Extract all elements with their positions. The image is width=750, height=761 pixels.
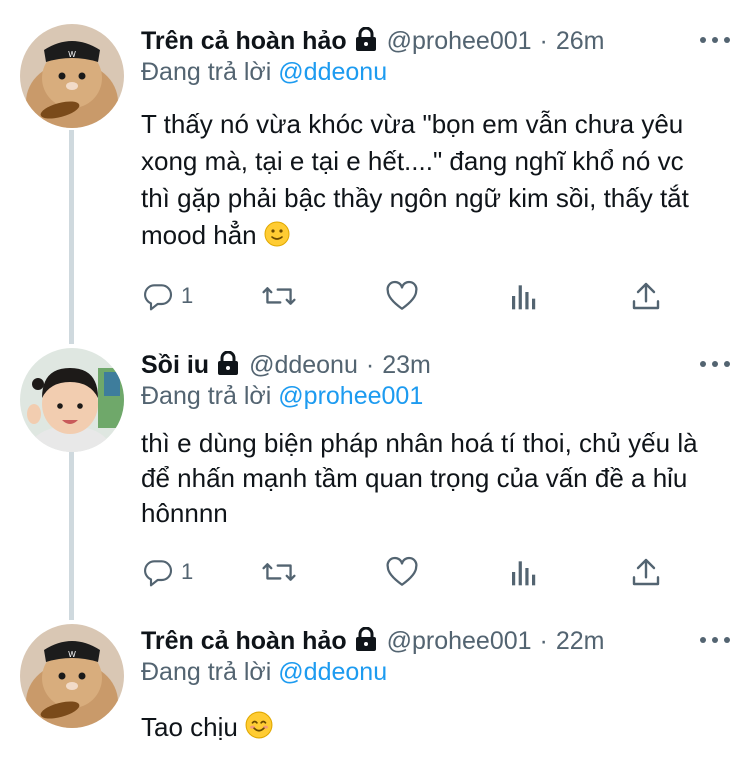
svg-text:W: W — [68, 650, 76, 659]
tweet-text: T thấy nó vừa khóc vừa "bọn em vẫn chưa … — [141, 106, 711, 257]
avatar[interactable]: W — [20, 24, 124, 128]
handle[interactable]: @prohee001 — [387, 627, 532, 656]
timestamp[interactable]: 26m — [556, 27, 605, 56]
reply-count: 1 — [181, 283, 194, 308]
tweet-text: Tao chịu — [141, 710, 711, 748]
retweet-button[interactable] — [261, 278, 297, 314]
like-icon — [385, 556, 419, 588]
separator: · — [539, 26, 548, 55]
replying-to: Đang trả lời @ddeonu — [141, 658, 387, 687]
mention-link[interactable]: @ddeonu — [278, 658, 387, 686]
tweet[interactable]: W Trên cả hoàn hảo @prohee001 · 26m Đang… — [0, 24, 750, 324]
display-name[interactable]: Sồi iu — [141, 351, 209, 380]
lock-icon — [355, 26, 377, 56]
display-name[interactable]: Trên cả hoàn hảo — [141, 27, 347, 56]
share-icon — [631, 280, 661, 312]
handle[interactable]: @prohee001 — [387, 27, 532, 56]
lock-icon — [217, 350, 239, 380]
replying-prefix: Đang trả lời — [141, 58, 272, 86]
analytics-icon — [509, 556, 539, 588]
tweet-header: Trên cả hoàn hảo @prohee001 · 22m — [141, 624, 730, 658]
avatar[interactable]: W — [20, 624, 124, 728]
timestamp[interactable]: 22m — [556, 627, 605, 656]
svg-text:W: W — [68, 50, 76, 59]
mention-link[interactable]: @ddeonu — [278, 58, 387, 86]
tweet-actions: 1 — [141, 554, 681, 590]
replying-to: Đang trả lời @ddeonu — [141, 58, 387, 87]
retweet-icon — [261, 556, 297, 588]
analytics-button[interactable] — [509, 554, 539, 590]
avatar[interactable] — [20, 348, 124, 452]
timestamp[interactable]: 23m — [382, 351, 431, 380]
reply-icon — [143, 280, 175, 312]
more-icon[interactable] — [700, 360, 730, 368]
separator: · — [365, 350, 375, 379]
like-icon — [385, 280, 419, 312]
tweet-text-content: Tao chịu — [141, 712, 238, 742]
reply-count: 1 — [181, 559, 194, 584]
reply-button[interactable]: 1 — [143, 554, 193, 590]
retweet-button[interactable] — [261, 554, 297, 590]
more-icon[interactable] — [700, 636, 730, 644]
like-button[interactable] — [385, 278, 419, 314]
tweet[interactable]: W Trên cả hoàn hảo @prohee001 · 22m Đang… — [0, 624, 750, 761]
tweet-text-content: T thấy nó vừa khóc vừa "bọn em vẫn chưa … — [141, 109, 689, 250]
replying-prefix: Đang trả lời — [141, 382, 272, 410]
tweet-header: Trên cả hoàn hảo @prohee001 · 26m — [141, 24, 730, 58]
analytics-button[interactable] — [509, 278, 539, 314]
tweet-header: Sồi iu @ddeonu · 23m — [141, 348, 730, 382]
like-button[interactable] — [385, 554, 419, 590]
reply-button[interactable]: 1 — [143, 278, 193, 314]
separator: · — [539, 626, 548, 655]
slightly-smiling-face-icon — [264, 220, 290, 257]
mention-link[interactable]: @prohee001 — [278, 382, 423, 410]
replying-prefix: Đang trả lời — [141, 658, 272, 686]
display-name[interactable]: Trên cả hoàn hảo — [141, 627, 347, 656]
tweet[interactable]: Sồi iu @ddeonu · 23m Đang trả lời @prohe… — [0, 348, 750, 608]
tweet-text: thì e dùng biện pháp nhân hoá tí thoi, c… — [141, 426, 711, 531]
lock-icon — [355, 626, 377, 656]
handle[interactable]: @ddeonu — [249, 351, 358, 380]
more-icon[interactable] — [700, 36, 730, 44]
analytics-icon — [509, 280, 539, 312]
retweet-icon — [261, 280, 297, 312]
share-button[interactable] — [631, 278, 661, 314]
share-icon — [631, 556, 661, 588]
share-button[interactable] — [631, 554, 661, 590]
tweet-text-content: thì e dùng biện pháp nhân hoá tí thoi, c… — [141, 428, 698, 528]
reply-icon — [143, 556, 175, 588]
smiling-face-with-smiling-eyes-icon — [245, 711, 273, 748]
replying-to: Đang trả lời @prohee001 — [141, 382, 423, 411]
tweet-actions: 1 — [141, 278, 681, 314]
